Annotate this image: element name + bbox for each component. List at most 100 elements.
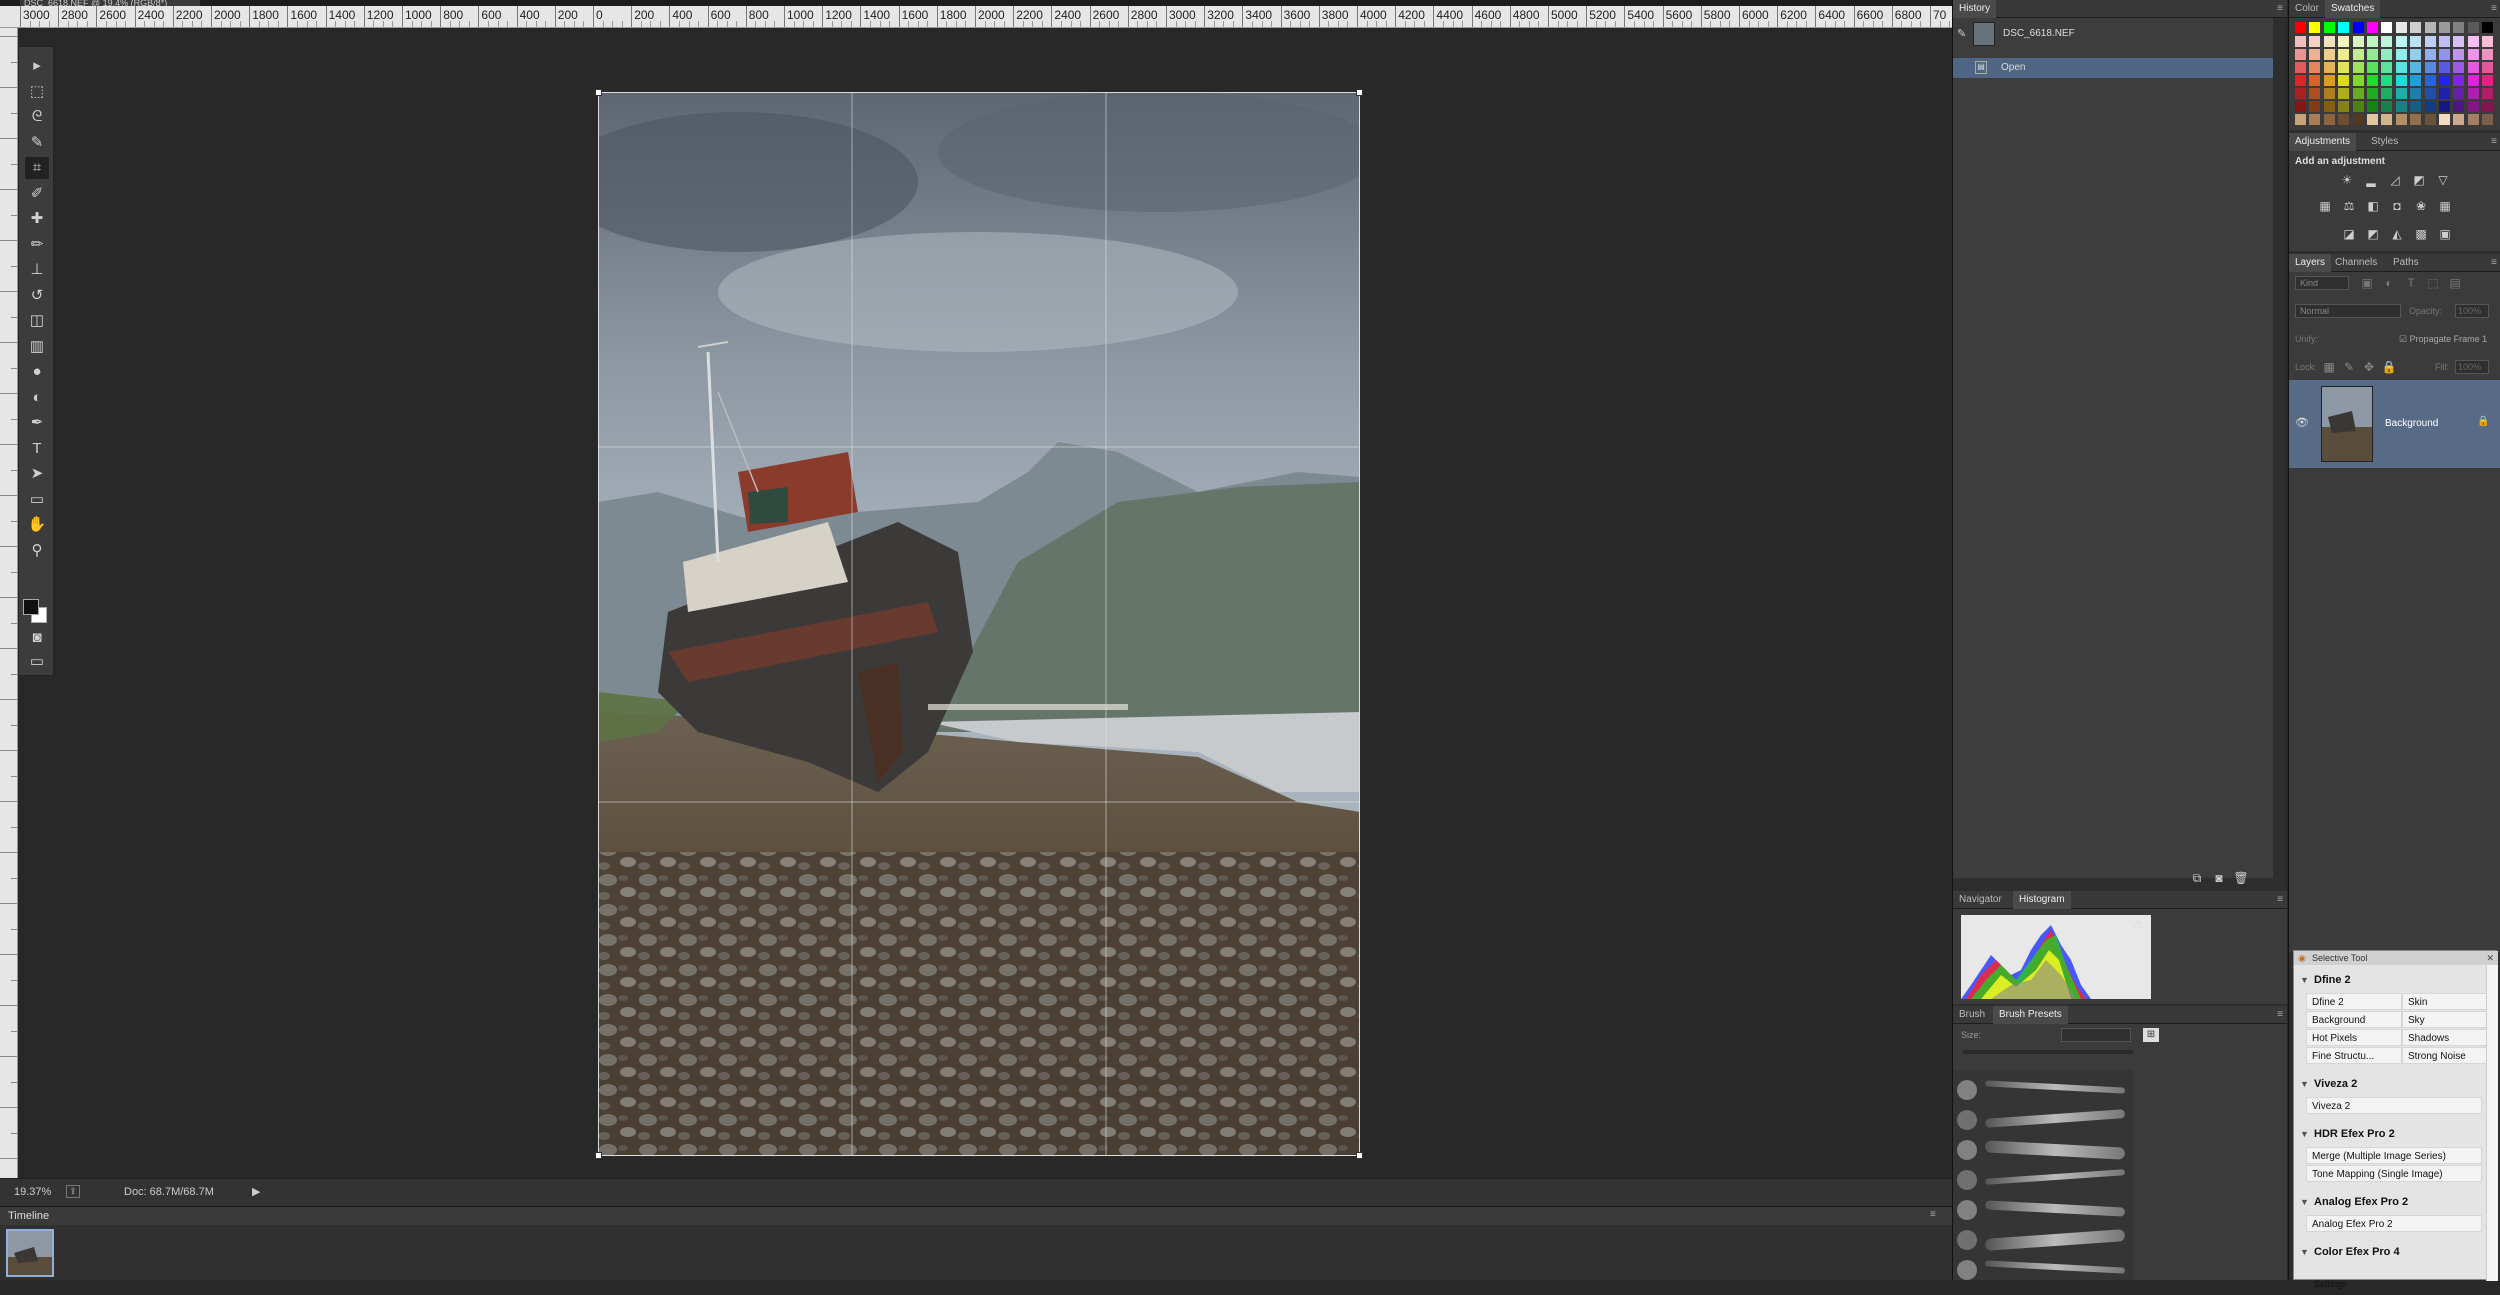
left-ruler[interactable]: [0, 28, 18, 1178]
eyedropper-tool[interactable]: ✐: [25, 183, 49, 205]
brush-size-slider[interactable]: [1963, 1050, 2133, 1054]
swatch[interactable]: [2323, 114, 2335, 125]
settings-section[interactable]: Settings: [2294, 1273, 2500, 1295]
crop-handle-top-left[interactable]: [595, 89, 602, 96]
selective-item[interactable]: Hot Pixels: [2306, 1029, 2402, 1046]
swatch[interactable]: [2467, 49, 2479, 60]
black-white-icon[interactable]: ◧: [2365, 199, 2381, 213]
timeline-frame-thumbnail[interactable]: 1: [6, 1229, 54, 1277]
filter-type-icon[interactable]: T: [2403, 276, 2419, 290]
swatch[interactable]: [2453, 22, 2465, 33]
delete-state-icon[interactable]: 🗑: [2233, 871, 2249, 885]
swatch[interactable]: [2395, 22, 2407, 33]
selective-group-viveza-2[interactable]: ▼ Viveza 2: [2294, 1073, 2500, 1095]
threshold-icon[interactable]: ◭: [2389, 227, 2405, 241]
quick-select-tool[interactable]: ✎: [25, 132, 49, 154]
selective-group-color-efex-pro-4[interactable]: ▼ Color Efex Pro 4: [2294, 1241, 2500, 1263]
fill-field[interactable]: 100%: [2455, 360, 2489, 374]
opacity-field[interactable]: 100%: [2455, 304, 2489, 318]
crop-handle-top-right[interactable]: [1356, 89, 1363, 96]
swatch[interactable]: [2352, 22, 2364, 33]
swatch[interactable]: [2410, 62, 2422, 73]
swatch[interactable]: [2323, 75, 2335, 86]
swatch[interactable]: [2482, 114, 2494, 125]
swatch[interactable]: [2323, 36, 2335, 47]
swatch[interactable]: [2323, 62, 2335, 73]
swatch[interactable]: [2424, 22, 2436, 33]
swatch[interactable]: [2424, 101, 2436, 112]
zoom-level[interactable]: 19.37%: [14, 1186, 51, 1198]
swatch[interactable]: [2338, 101, 2350, 112]
brush-preset[interactable]: [1957, 1196, 2129, 1224]
crop-handle-bottom-right[interactable]: [1356, 1152, 1363, 1159]
quick-mask-icon[interactable]: ◙: [25, 627, 49, 649]
swatch[interactable]: [2295, 88, 2306, 99]
lock-image-icon[interactable]: ✎: [2341, 360, 2357, 374]
history-snapshot[interactable]: ✎ DSC_6618.NEF: [1953, 18, 2273, 50]
swatch[interactable]: [2352, 88, 2364, 99]
foreground-color-swatch[interactable]: [23, 599, 39, 615]
hand-tool[interactable]: ✋: [25, 514, 49, 536]
healing-brush-tool[interactable]: ✚: [25, 208, 49, 230]
swatch[interactable]: [2410, 36, 2422, 47]
swatch[interactable]: [2367, 75, 2378, 86]
brush-tool[interactable]: ✏: [25, 234, 49, 256]
swatch[interactable]: [2381, 62, 2393, 73]
swatch[interactable]: [2453, 62, 2465, 73]
swatch[interactable]: [2482, 88, 2494, 99]
swatch[interactable]: [2439, 22, 2450, 33]
new-document-from-state-icon[interactable]: ⧉: [2189, 871, 2205, 885]
swatch[interactable]: [2338, 62, 2350, 73]
filter-smart-object-icon[interactable]: ▤: [2447, 276, 2463, 290]
swatch[interactable]: [2338, 75, 2350, 86]
swatch[interactable]: [2352, 62, 2364, 73]
swatch[interactable]: [2367, 88, 2378, 99]
disclosure-triangle-icon[interactable]: ▼: [2300, 1191, 2309, 1213]
swatch[interactable]: [2482, 22, 2494, 33]
pen-tool[interactable]: ✒: [25, 412, 49, 434]
swatch[interactable]: [2352, 49, 2364, 60]
swatch[interactable]: [2482, 62, 2494, 73]
swatch[interactable]: [2295, 114, 2306, 125]
lock-position-icon[interactable]: ✥: [2361, 360, 2377, 374]
disclosure-triangle-icon[interactable]: ▼: [2300, 1123, 2309, 1145]
posterize-icon[interactable]: ◩: [2365, 227, 2381, 241]
move-tool[interactable]: ▸: [25, 55, 49, 77]
selective-tool-scrollbar[interactable]: [2486, 965, 2498, 1281]
swatch[interactable]: [2439, 114, 2450, 125]
zoom-tool[interactable]: ⚲: [25, 540, 49, 562]
swatch[interactable]: [2338, 22, 2350, 33]
tab-brush-presets[interactable]: Brush Presets: [1993, 1006, 2068, 1024]
screen-mode-icon[interactable]: ▭: [25, 651, 49, 673]
brush-preset[interactable]: [1957, 1106, 2129, 1134]
swatch[interactable]: [2482, 101, 2494, 112]
swatch[interactable]: [2410, 114, 2422, 125]
swatch[interactable]: [2467, 36, 2479, 47]
swatch[interactable]: [2424, 49, 2436, 60]
swatch[interactable]: [2453, 49, 2465, 60]
crop-grid-overlay[interactable]: [598, 92, 1360, 1156]
swatch[interactable]: [2439, 62, 2450, 73]
selective-item[interactable]: Strong Noise: [2402, 1047, 2498, 1064]
tab-swatches[interactable]: Swatches: [2325, 0, 2381, 18]
layer-visibility-eye-icon[interactable]: 👁: [2295, 416, 2309, 429]
tab-layers[interactable]: Layers: [2289, 254, 2332, 272]
selective-item[interactable]: Analog Efex Pro 2: [2306, 1215, 2482, 1232]
new-snapshot-icon[interactable]: ◙: [2211, 871, 2227, 885]
swatch[interactable]: [2467, 62, 2479, 73]
histogram-warning-icon[interactable]: ⚠: [2133, 917, 2144, 931]
swatch[interactable]: [2467, 114, 2479, 125]
swatch[interactable]: [2309, 101, 2321, 112]
swatch[interactable]: [2367, 22, 2378, 33]
path-select-tool[interactable]: ➤: [25, 463, 49, 485]
swatch[interactable]: [2453, 75, 2465, 86]
photo-filter-icon[interactable]: ◘: [2389, 199, 2405, 213]
history-menu-icon[interactable]: ≡: [2277, 3, 2283, 14]
swatch[interactable]: [2395, 75, 2407, 86]
lock-transparent-icon[interactable]: ▦: [2321, 360, 2337, 374]
swatch[interactable]: [2295, 62, 2306, 73]
selective-item[interactable]: Sky: [2402, 1011, 2498, 1028]
swatch[interactable]: [2467, 88, 2479, 99]
tab-adjustments[interactable]: Adjustments: [2289, 133, 2357, 151]
swatch[interactable]: [2309, 22, 2321, 33]
